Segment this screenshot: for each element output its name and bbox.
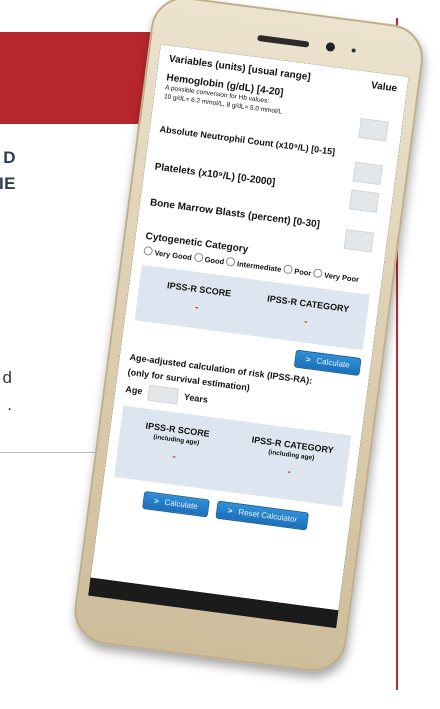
- chevron-right-icon: >: [153, 496, 160, 506]
- radio-circle-icon: [225, 256, 236, 267]
- calculate-age-adjusted-button[interactable]: > Calculate: [141, 490, 210, 518]
- background-text-line-1: d: [2, 368, 12, 387]
- ipss-r-calculator: Variables (units) [usual range] Value He…: [90, 44, 409, 611]
- radio-good[interactable]: Good: [193, 252, 225, 266]
- ipss-r-score: IPSS-R SCORE -: [156, 279, 239, 318]
- background-heading-line-1: D: [3, 148, 16, 167]
- chevron-right-icon: >: [227, 506, 234, 516]
- ipss-r-score-title: IPSS-R SCORE: [166, 280, 232, 299]
- radio-intermediate[interactable]: Intermediate: [225, 256, 282, 274]
- ipss-ra-score-value: -: [171, 451, 177, 463]
- background-text-line-2: .: [7, 395, 12, 414]
- years-label: Years: [183, 391, 209, 405]
- radio-circle-icon: [143, 245, 154, 256]
- ipss-r-category: IPSS-R CATEGORY -: [256, 292, 359, 334]
- value-header: Value: [370, 80, 398, 95]
- ipss-ra-category: IPSS-R CATEGORY (including age) -: [234, 433, 348, 485]
- hemoglobin-input[interactable]: [358, 118, 389, 142]
- front-camera-icon: [325, 41, 336, 52]
- blasts-input[interactable]: [343, 229, 375, 253]
- radio-circle-icon: [282, 264, 294, 275]
- radio-poor[interactable]: Poor: [282, 264, 312, 278]
- platelets-input[interactable]: [348, 189, 380, 213]
- ipss-r-category-value: -: [303, 316, 309, 328]
- radio-very-poor[interactable]: Very Poor: [312, 268, 360, 284]
- proximity-sensor: [351, 48, 356, 53]
- age-label: Age: [124, 384, 144, 397]
- calculate-button[interactable]: > Calculate: [293, 349, 362, 377]
- ipss-r-score-value: -: [194, 302, 200, 314]
- age-input[interactable]: [147, 384, 180, 405]
- radio-very-good[interactable]: Very Good: [143, 245, 192, 262]
- anc-input[interactable]: [352, 161, 383, 186]
- phone-screen: Variables (units) [usual range] Value He…: [88, 44, 409, 629]
- background-heading-line-2: IE: [0, 174, 16, 193]
- radio-circle-icon: [312, 268, 323, 279]
- chevron-right-icon: >: [305, 354, 312, 365]
- earpiece-speaker: [257, 34, 310, 48]
- reset-calculator-button[interactable]: > Reset Calculator: [215, 500, 310, 531]
- radio-circle-icon: [193, 252, 204, 263]
- ipss-ra-score: IPSS-R SCORE (including age) -: [129, 419, 223, 468]
